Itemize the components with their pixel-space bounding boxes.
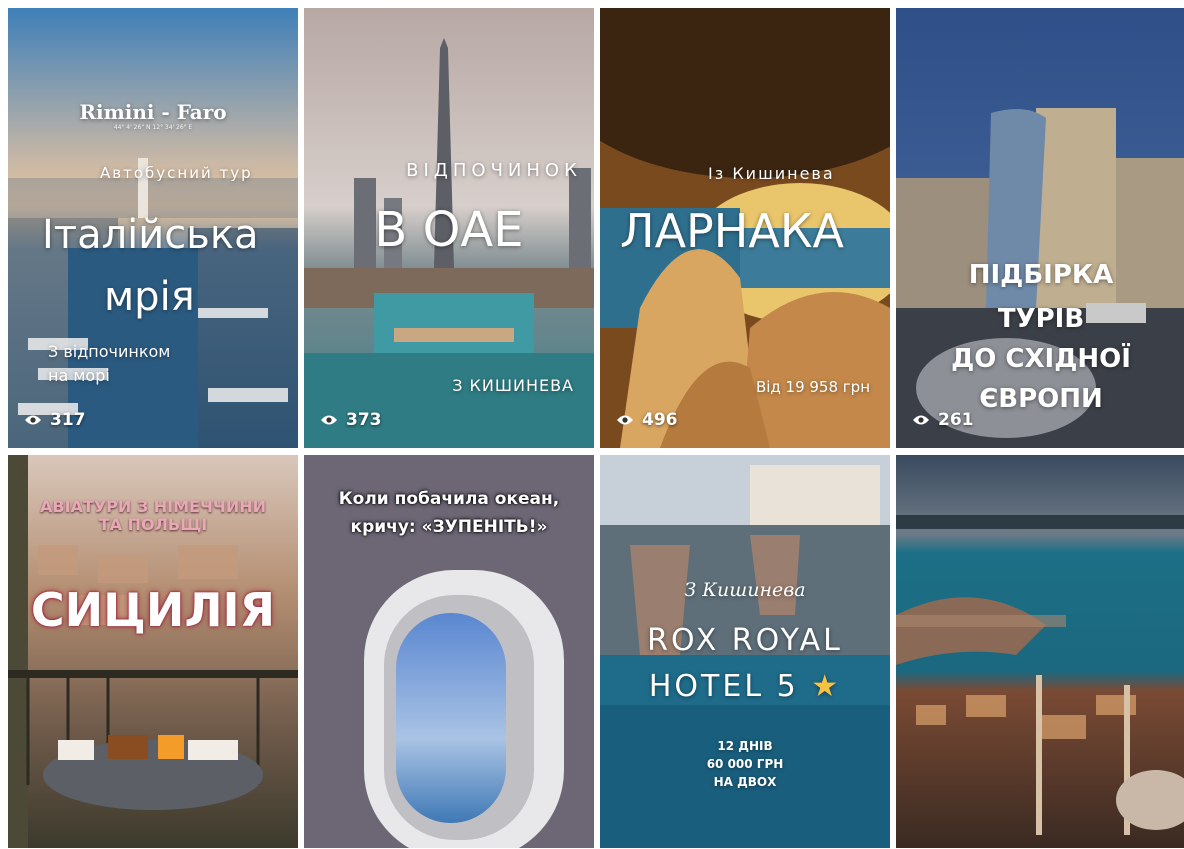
reel-card-sicily[interactable]: АВІАТУРИ З НІМЕЧЧИНИ ТА ПОЛЬЩІ СИЦИЛІЯ bbox=[8, 455, 298, 848]
overlay-kicker: Із Кишинева bbox=[708, 164, 835, 183]
overlay-caption-1: Коли побачила океан, bbox=[338, 489, 560, 509]
overlay-title-1: ПІДБІРКА bbox=[968, 260, 1114, 290]
reel-card-rox-royal[interactable]: З Кишинева ROX ROYAL HOTEL 5 ★ 12 ДНІВ 6… bbox=[600, 455, 890, 848]
overlay-title-3: ДО СХІДНОЇ bbox=[951, 344, 1131, 374]
view-count-value: 373 bbox=[346, 410, 382, 430]
overlay-sub-2: 60 000 ГРН bbox=[706, 757, 784, 771]
eye-icon bbox=[913, 415, 929, 425]
hotel-name: HOTEL 5 bbox=[648, 669, 799, 704]
overlay-kicker-2: ТА ПОЛЬЩІ bbox=[98, 515, 208, 534]
overlay-subtitle-2: на морі bbox=[48, 366, 110, 385]
overlay-title-2: мрія bbox=[104, 274, 195, 320]
eye-icon bbox=[25, 415, 41, 425]
view-count: 373 bbox=[320, 410, 382, 430]
reels-grid: Rimini - Faro 44° 4' 26" N 12° 34' 26" E… bbox=[8, 8, 1184, 849]
overlay-kicker: ВІДПОЧИНОК bbox=[406, 160, 582, 181]
view-count-value: 317 bbox=[50, 410, 86, 430]
overlay-title-2: ТУРІВ bbox=[997, 304, 1085, 334]
reel-card-ocean[interactable]: Коли побачила океан, кричу: «ЗУПЕНІТЬ!» bbox=[304, 455, 594, 848]
overlay-kicker: З Кишинева bbox=[684, 579, 806, 601]
reel-card-eastern-europe[interactable]: ПІДБІРКА ТУРІВ ДО СХІДНОЇ ЄВРОПИ 261 bbox=[896, 8, 1184, 448]
overlay-sub-3: НА ДВОХ bbox=[713, 775, 777, 789]
reel-thumbnail bbox=[304, 455, 594, 848]
reel-thumbnail bbox=[896, 455, 1184, 848]
overlay-title: В ОАЕ bbox=[374, 202, 524, 258]
overlay-location: Rimini - Faro bbox=[79, 100, 227, 124]
view-count: 496 bbox=[616, 410, 678, 430]
overlay-title-2: HOTEL 5 ★ bbox=[600, 669, 890, 704]
overlay-title-1: Італійська bbox=[42, 212, 259, 258]
eye-icon bbox=[617, 415, 633, 425]
overlay-subtitle-1: З відпочинком bbox=[48, 342, 171, 361]
overlay-subtitle: З КИШИНЕВА bbox=[452, 376, 574, 395]
overlay-subtitle: Від 19 958 грн bbox=[755, 378, 870, 396]
overlay-kicker: Автобусний тур bbox=[100, 164, 253, 182]
overlay-title: ЛАРНАКА bbox=[620, 204, 844, 258]
star-icon: ★ bbox=[811, 669, 842, 704]
reel-card-uae[interactable]: ВІДПОЧИНОК В ОАЕ З КИШИНЕВА 373 bbox=[304, 8, 594, 448]
view-count: 317 bbox=[24, 410, 86, 430]
eye-icon bbox=[321, 415, 337, 425]
overlay-sub-1: 12 ДНІВ bbox=[717, 739, 773, 753]
overlay-coordinates: 44° 4' 26" N 12° 34' 26" E bbox=[113, 124, 193, 131]
overlay-title-1: ROX ROYAL bbox=[647, 623, 843, 658]
reel-thumbnail bbox=[896, 8, 1184, 448]
overlay-caption-2: кричу: «ЗУПЕНІТЬ!» bbox=[350, 517, 548, 537]
overlay-title: СИЦИЛІЯ bbox=[30, 583, 276, 637]
reel-card-larnaca[interactable]: Із Кишинева ЛАРНАКА Від 19 958 грн 496 bbox=[600, 8, 890, 448]
view-count-value: 496 bbox=[642, 410, 678, 430]
view-count: 261 bbox=[912, 410, 974, 430]
overlay-kicker-1: АВІАТУРИ З НІМЕЧЧИНИ bbox=[39, 497, 266, 516]
reel-card-istanbul[interactable] bbox=[896, 455, 1184, 848]
view-count-value: 261 bbox=[938, 410, 974, 430]
reel-card-italy[interactable]: Rimini - Faro 44° 4' 26" N 12° 34' 26" E… bbox=[8, 8, 298, 448]
